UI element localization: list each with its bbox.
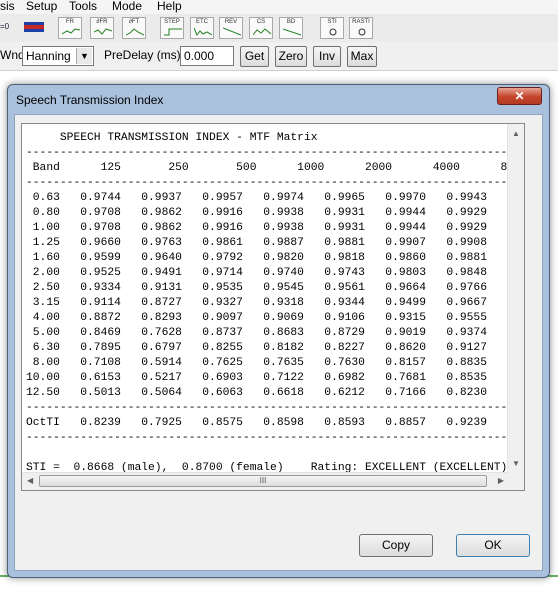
close-button[interactable]: ✕ (497, 87, 542, 105)
scrollbar-corner (508, 472, 524, 490)
rasti-icon (358, 28, 366, 36)
dft-button[interactable]: ∂FT (122, 17, 146, 39)
analysis-toolbar: Wnd Hanning ▼ PreDelay (ms) 0.000 Get Ze… (0, 42, 558, 71)
grip-icon: III (259, 476, 267, 485)
etc-button[interactable]: ETC (190, 17, 214, 39)
inv-button[interactable]: Inv (313, 46, 341, 67)
results-text: SPEECH TRANSMISSION INDEX - MTF Matrix -… (26, 132, 508, 472)
menu-item-setup[interactable]: Setup (26, 0, 57, 13)
dfr-icon (94, 28, 112, 35)
vertical-scrollbar[interactable]: ▲ ▼ (507, 124, 524, 472)
dialog-titlebar[interactable]: Speech Transmission Index ✕ (8, 85, 549, 113)
horizontal-scrollbar[interactable]: ◀ III ▶ (22, 472, 508, 490)
window-select[interactable]: Hanning ▼ (22, 46, 94, 66)
sti-dialog: Speech Transmission Index ✕ SPEECH TRANS… (7, 84, 550, 578)
menu-item-analysis[interactable]: sis (0, 0, 15, 13)
cs-icon (253, 28, 271, 36)
sti-button[interactable]: STI (320, 17, 344, 39)
bd-icon (283, 28, 301, 36)
cs-button[interactable]: CS (249, 17, 273, 39)
scroll-right-icon[interactable]: ▶ (498, 476, 504, 485)
plug-icon[interactable]: =0 (0, 22, 16, 32)
rev-button[interactable]: REV (219, 17, 243, 39)
max-button[interactable]: Max (347, 46, 377, 67)
bd-button[interactable]: BD (279, 17, 303, 39)
scroll-up-icon[interactable]: ▲ (512, 129, 520, 138)
results-content: SPEECH TRANSMISSION INDEX - MTF Matrix -… (22, 124, 508, 472)
copy-button[interactable]: Copy (359, 534, 433, 557)
menu-item-tools[interactable]: Tools (69, 0, 97, 13)
close-icon: ✕ (514, 89, 525, 103)
rev-icon (223, 27, 241, 36)
chevron-down-icon[interactable]: ▼ (76, 48, 92, 64)
menu-bar: sis Setup Tools Mode Help (0, 0, 558, 14)
ok-button[interactable]: OK (456, 534, 530, 557)
fr-button[interactable]: FR (58, 17, 82, 39)
predelay-input[interactable]: 0.000 (180, 46, 234, 66)
dft-icon (126, 28, 144, 36)
step-button[interactable]: STEP (160, 17, 184, 39)
get-button[interactable]: Get (240, 46, 269, 67)
wnd-label: Wnd (0, 48, 25, 62)
sti-icon (329, 28, 337, 36)
horizontal-scroll-thumb[interactable]: III (39, 475, 487, 487)
main-toolbar: =0 FR ∂FR ∂FT STEP ETC REV CS BD STI RAS… (0, 14, 558, 43)
scroll-left-icon[interactable]: ◀ (27, 476, 33, 485)
zero-button[interactable]: Zero (275, 46, 307, 67)
etc-icon (194, 27, 212, 36)
dfr-button[interactable]: ∂FR (90, 17, 114, 39)
results-textbox[interactable]: SPEECH TRANSMISSION INDEX - MTF Matrix -… (21, 123, 525, 491)
window-select-value: Hanning (26, 49, 71, 63)
step-icon (164, 28, 182, 36)
predelay-label: PreDelay (ms) (104, 48, 181, 62)
flag-icon[interactable] (24, 22, 44, 32)
menu-item-help[interactable]: Help (157, 0, 182, 13)
menu-item-mode[interactable]: Mode (112, 0, 142, 13)
scroll-down-icon[interactable]: ▼ (512, 459, 520, 468)
rasti-button[interactable]: RASTI (349, 17, 373, 39)
dialog-title: Speech Transmission Index (16, 93, 164, 107)
fr-icon (62, 28, 80, 35)
